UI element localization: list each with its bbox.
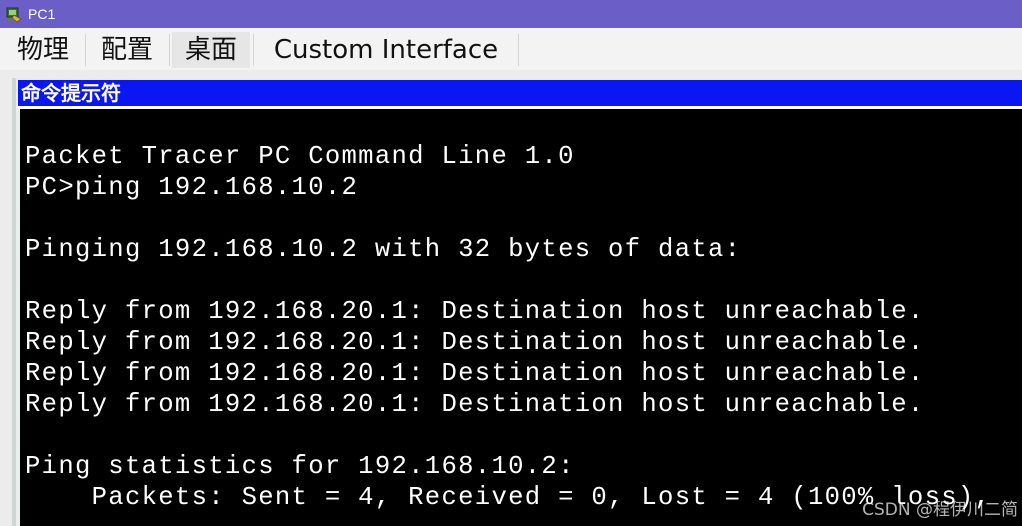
terminal-line: Reply from 192.168.20.1: Destination hos… [25,390,925,419]
terminal-line: Pinging 192.168.10.2 with 32 bytes of da… [25,235,742,264]
terminal-line: Reply from 192.168.20.1: Destination hos… [25,328,925,357]
tab-divider [518,34,519,66]
pc-app-icon [5,5,23,23]
tab-config[interactable]: 配置 [88,32,166,68]
terminal-line: Packets: Sent = 4, Received = 0, Lost = … [25,483,992,512]
csdn-watermark: CSDN @程伊川二简 [862,500,1018,520]
tab-divider [169,34,170,66]
window-title: PC1 [28,6,56,22]
tab-custom-interface[interactable]: Custom Interface [256,32,516,68]
desktop-content: 命令提示符 Packet Tracer PC Command Line 1.0 … [0,70,1022,526]
command-prompt-title: 命令提示符 [18,80,1022,106]
terminal-line: Packet Tracer PC Command Line 1.0 [25,142,575,171]
terminal-line: Ping statistics for 192.168.10.2: [25,452,575,481]
tab-divider [253,34,254,66]
tab-desktop[interactable]: 桌面 [172,32,250,68]
terminal-line: Reply from 192.168.20.1: Destination hos… [25,297,925,326]
terminal-line: PC>ping 192.168.10.2 [25,173,359,202]
terminal-line: Reply from 192.168.20.1: Destination hos… [25,359,925,388]
tab-physical[interactable]: 物理 [4,32,82,68]
title-bar[interactable]: PC1 [0,0,1022,28]
tab-divider [85,34,86,66]
terminal-output[interactable]: Packet Tracer PC Command Line 1.0 PC>pin… [20,109,1022,526]
tab-bar: 物理 配置 桌面 Custom Interface [0,28,1022,71]
pc1-window: PC1 物理 配置 桌面 Custom Interface 命令提示符 Pack… [0,0,1022,526]
